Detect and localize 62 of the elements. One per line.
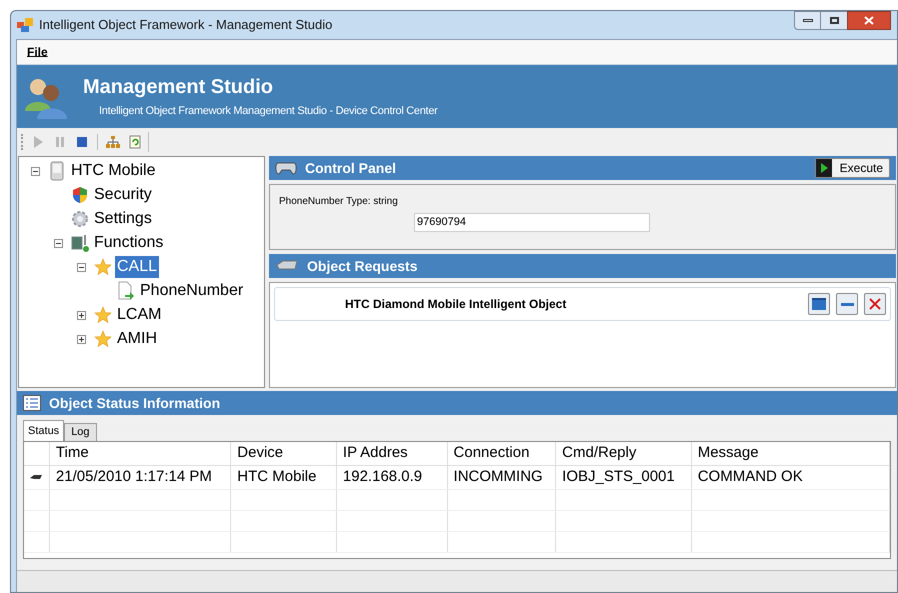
expand-icon[interactable] [77,334,86,344]
minimize-button[interactable] [836,293,858,315]
tree-item[interactable]: LCAM [115,304,164,326]
device-icon [70,233,90,253]
tree-item[interactable]: AMIH [115,328,159,350]
close-icon [864,16,874,25]
collapse-icon[interactable] [31,166,40,176]
panel-title: Control Panel [305,158,396,178]
close-icon [868,297,882,311]
tree-item[interactable]: HTC Mobile [69,160,158,182]
star-icon [94,330,112,348]
hierarchy-icon[interactable] [106,135,120,149]
app-icon [17,18,33,32]
tree-item[interactable]: Functions [92,232,166,254]
expand-icon[interactable] [77,310,86,320]
header-title: Management Studio [83,74,274,100]
tab[interactable]: Log [64,423,97,441]
tree-item[interactable]: Security [92,184,154,206]
table-cell-text: INCOMMING [454,467,543,488]
shield-icon [71,186,89,204]
table-cell-text: HTC Mobile [237,467,316,488]
star-icon [94,258,112,276]
stop-icon[interactable] [75,135,89,149]
table-cell-text: 21/05/2010 1:17:14 PM [56,467,212,488]
row-indicator-icon [30,474,42,480]
tab[interactable]: Status [23,420,64,441]
panel-title: Object Requests [307,256,418,276]
play-icon [816,159,832,177]
window-title: Intelligent Object Framework - Management Studio [39,16,332,34]
gear-icon [71,210,89,228]
gamepad-icon [275,160,297,176]
collapse-icon[interactable] [77,262,86,272]
tree-item[interactable]: PhoneNumber [138,280,246,302]
window-button[interactable] [808,293,830,315]
field-label: PhoneNumber Type: string [279,195,399,209]
tree-item[interactable]: Settings [92,208,154,230]
column-header[interactable]: Cmd/Reply [556,442,692,465]
column-header[interactable]: Message [692,442,890,465]
close-button[interactable] [864,293,886,315]
table-cell-text: COMMAND OK [698,467,803,488]
column-header[interactable]: Connection [448,442,556,465]
column-header[interactable]: Device [231,442,337,465]
table-cell-text: IOBJ_STS_0001 [562,467,675,488]
request-name: HTC Diamond Mobile Intelligent Object [345,296,566,313]
panel-title: Object Status Information [49,394,220,413]
column-header[interactable]: Time [50,442,232,465]
checklist-icon [23,395,41,411]
phone-number-field[interactable]: 97690794 [414,212,650,232]
maximize-button[interactable] [821,11,847,30]
phone-icon [50,161,64,181]
execute-button[interactable]: Execute [814,158,890,178]
document-icon [117,281,135,301]
close-button[interactable] [847,11,891,30]
minimize-button[interactable] [794,11,821,30]
column-header[interactable]: IP Addres [336,442,448,465]
tree-item[interactable]: CALL [115,256,160,278]
menu-item[interactable]: File [27,43,48,61]
refresh-icon[interactable] [128,135,142,149]
collapse-icon[interactable] [54,238,63,248]
star-icon [94,306,112,324]
header-subtitle: Intelligent Object Framework Management Studio - Device Control Center [99,104,438,119]
table-cell-text: 192.168.0.9 [342,467,422,488]
